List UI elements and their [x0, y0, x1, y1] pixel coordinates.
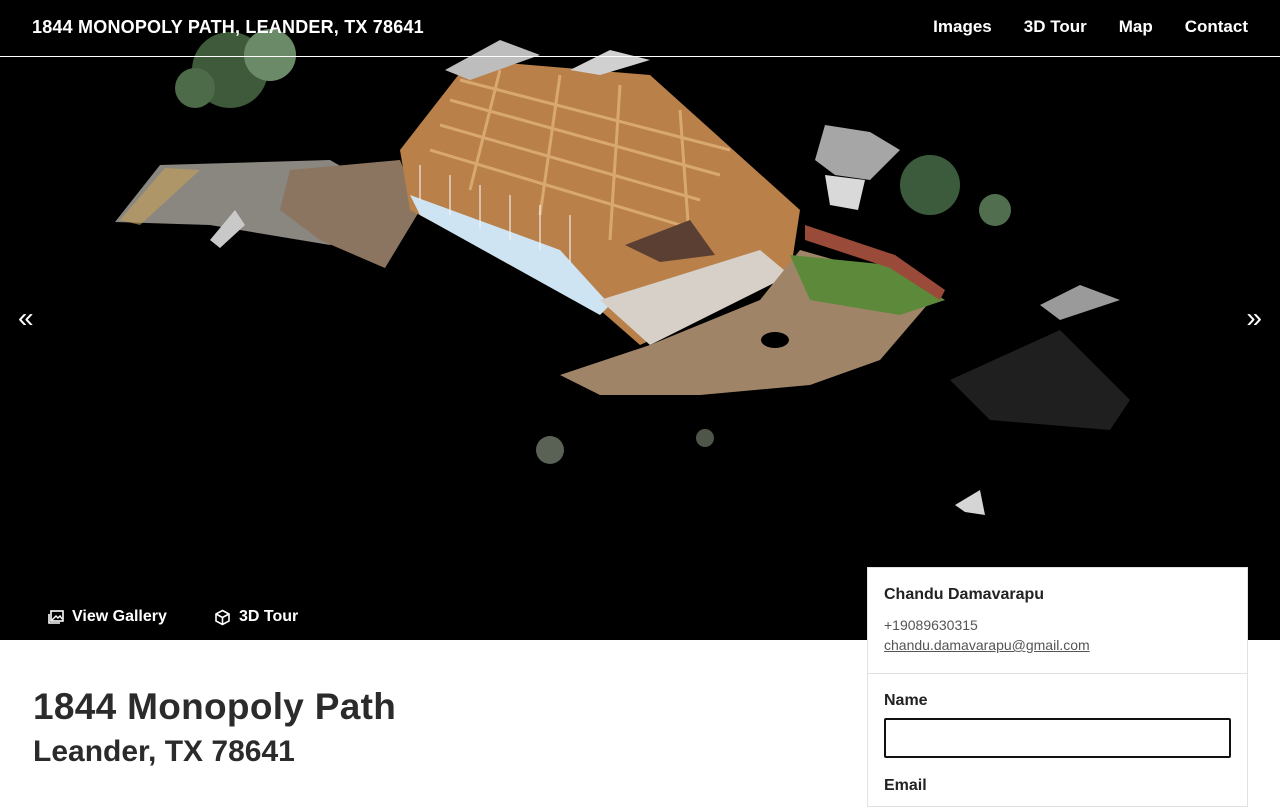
listing-subtitle: Leander, TX 78641	[33, 735, 295, 768]
main-nav: Images 3D Tour Map Contact	[933, 17, 1248, 37]
agent-info: Chandu Damavarapu +19089630315 chandu.da…	[868, 568, 1247, 674]
gallery-icon	[48, 610, 64, 624]
3d-tour-label: 3D Tour	[239, 608, 299, 625]
view-gallery-label: View Gallery	[72, 608, 167, 625]
contact-agent-card: Chandu Damavarapu +19089630315 chandu.da…	[867, 567, 1248, 807]
nav-link-contact[interactable]: Contact	[1185, 17, 1248, 37]
previous-slide-icon[interactable]: «	[18, 302, 34, 334]
nav-link-images[interactable]: Images	[933, 17, 992, 37]
view-gallery-button[interactable]: View Gallery	[48, 608, 167, 626]
hero-tour-image: 1844 MONOPOLY PATH, LEANDER, TX 78641 Im…	[0, 0, 1280, 640]
listing-title: 1844 Monopoly Path	[33, 686, 397, 727]
3d-tour-button[interactable]: 3D Tour	[214, 608, 298, 626]
top-navigation-bar: 1844 MONOPOLY PATH, LEANDER, TX 78641 Im…	[0, 0, 1280, 57]
site-brand-address[interactable]: 1844 MONOPOLY PATH, LEANDER, TX 78641	[32, 17, 424, 38]
agent-email-link[interactable]: chandu.damavarapu@gmail.com	[884, 637, 1090, 653]
dollhouse-scan-image	[115, 29, 1130, 515]
next-slide-icon[interactable]: »	[1246, 302, 1262, 334]
name-field[interactable]	[884, 718, 1231, 758]
contact-form: Name Email	[868, 674, 1247, 795]
cube-icon	[214, 609, 231, 626]
agent-name: Chandu Damavarapu	[884, 586, 1045, 603]
nav-link-3d-tour[interactable]: 3D Tour	[1024, 17, 1087, 37]
email-field-label: Email	[884, 777, 927, 794]
nav-link-map[interactable]: Map	[1119, 17, 1153, 37]
agent-phone[interactable]: +19089630315	[884, 617, 1231, 633]
name-field-label: Name	[884, 692, 928, 709]
